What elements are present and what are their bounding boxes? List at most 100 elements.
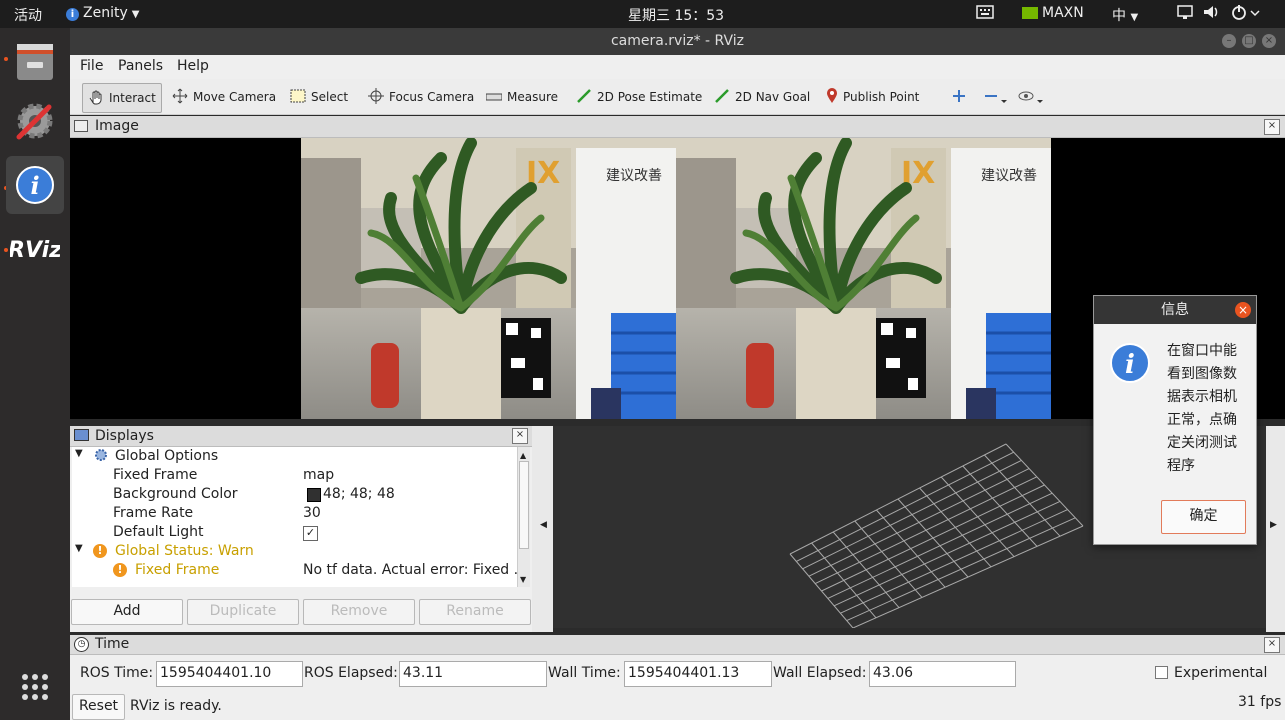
status-fixed-frame-label[interactable]: Fixed Frame [135, 562, 219, 581]
wall-time-field[interactable]: 1595404401.13 [624, 661, 772, 687]
time-panel-title: Time [95, 636, 130, 652]
experimental-label: Experimental [1174, 665, 1268, 681]
background-color-value[interactable]: 48; 48; 48 [323, 486, 395, 505]
info-dialog: 信息 × i 在窗口中能 看到图像数 据表示相机 正常，点确 定关闭测试 程序 … [1093, 295, 1257, 545]
displays-panel-title: Displays [95, 428, 154, 444]
svg-text:i: i [30, 171, 39, 200]
time-panel-header: ◷ Time × [70, 635, 1285, 655]
menu-help[interactable]: Help [177, 58, 209, 74]
experimental-checkbox[interactable] [1155, 666, 1168, 679]
keyboard-icon[interactable] [976, 4, 994, 24]
hand-cursor-icon [88, 89, 104, 108]
power-icon[interactable] [1230, 3, 1260, 25]
frame-rate-value[interactable]: 30 [303, 505, 321, 524]
wall-elapsed-field[interactable]: 43.06 [869, 661, 1016, 687]
maximize-button[interactable]: □ [1242, 34, 1256, 48]
remove-tool-button[interactable] [978, 83, 1012, 111]
global-status-label[interactable]: Global Status: Warn [115, 543, 254, 562]
show-applications-icon[interactable] [6, 658, 64, 716]
interact-label: Interact [109, 91, 156, 105]
eye-icon [1017, 88, 1043, 107]
dialog-titlebar[interactable]: 信息 × [1094, 296, 1256, 324]
measure-tool[interactable]: Measure [481, 83, 563, 111]
settings-icon[interactable] [6, 92, 64, 150]
scroll-up-icon[interactable]: ▲ [520, 451, 526, 460]
input-method-label: 中 [1112, 8, 1126, 24]
select-tool[interactable]: Select [285, 83, 353, 111]
collapse-right-icon[interactable]: ▶ [1270, 520, 1277, 530]
interact-tool[interactable]: Interact [82, 83, 162, 113]
remove-display-button[interactable]: Remove [303, 599, 415, 625]
power-mode-indicator[interactable]: MAXN [1022, 5, 1084, 21]
ros-time-label: ROS Time: [80, 665, 154, 681]
menu-panels[interactable]: Panels [118, 58, 163, 74]
network-icon[interactable] [1176, 3, 1194, 25]
close-displays-panel-button[interactable]: × [512, 428, 528, 444]
close-button[interactable]: × [1262, 34, 1276, 48]
grid-line [984, 454, 1061, 537]
green-arrow-icon [576, 88, 592, 107]
publish-point-tool[interactable]: Publish Point [821, 83, 924, 111]
pose-estimate-tool[interactable]: 2D Pose Estimate [571, 83, 707, 111]
displays-scrollbar[interactable]: ▲ ▼ [517, 447, 530, 587]
fps-readout: 31 fps [1238, 694, 1282, 710]
grid-line [840, 509, 1068, 614]
select-box-icon [290, 89, 306, 106]
image-panel-title: Image [95, 118, 139, 134]
status-message: RViz is ready. [130, 698, 222, 714]
dialog-close-button[interactable]: × [1235, 302, 1251, 318]
files-icon[interactable] [6, 33, 64, 91]
expand-arrow-icon[interactable]: ▼ [75, 448, 83, 467]
window-titlebar[interactable]: camera.rviz* - RViz – □ × [70, 28, 1285, 55]
warning-icon: ! [113, 563, 127, 577]
global-options-label[interactable]: Global Options [115, 448, 218, 467]
zenity-info-icon[interactable]: i [6, 156, 64, 214]
menu-file[interactable]: File [80, 58, 103, 74]
move-arrows-icon [172, 88, 188, 107]
app-menu[interactable]: i Zenity ▼ [66, 5, 139, 21]
activities-button[interactable]: 活动 [14, 5, 42, 25]
add-display-button[interactable]: Add [71, 599, 183, 625]
displays-tree[interactable]: ▼ Global Options Fixed Frame map Backgro… [72, 447, 517, 587]
info-icon: i [66, 8, 79, 21]
camera-image: IX 建议改善 [301, 138, 1051, 419]
duplicate-display-button[interactable]: Duplicate [187, 599, 299, 625]
default-light-checkbox[interactable]: ✓ [303, 526, 318, 541]
scroll-down-icon[interactable]: ▼ [520, 575, 526, 584]
clock[interactable]: 星期三 15：53 [628, 5, 724, 25]
chevron-down-icon: ▼ [1130, 12, 1139, 23]
ros-elapsed-field[interactable]: 43.11 [399, 661, 547, 687]
grid-line [833, 500, 1061, 607]
rename-display-button[interactable]: Rename [419, 599, 531, 625]
ros-time-field[interactable]: 1595404401.10 [156, 661, 303, 687]
scrollbar-thumb[interactable] [519, 461, 529, 549]
collapse-left-icon[interactable]: ◀ [540, 520, 547, 530]
reset-button[interactable]: Reset [72, 694, 125, 720]
rviz-icon[interactable]: RViz [6, 220, 64, 278]
close-image-panel-button[interactable]: × [1264, 119, 1280, 135]
displays-panel-header: Displays × [70, 426, 532, 447]
fixed-frame-label: Fixed Frame [113, 467, 198, 483]
close-time-panel-button[interactable]: × [1264, 637, 1280, 653]
expand-arrow-icon[interactable]: ▼ [75, 543, 83, 562]
add-tool-button[interactable] [946, 83, 972, 111]
grid-line [827, 492, 1053, 599]
color-swatch[interactable] [307, 488, 321, 502]
focus-camera-tool[interactable]: Focus Camera [363, 83, 479, 111]
nav-goal-tool[interactable]: 2D Nav Goal [709, 83, 815, 111]
grid-line [962, 465, 1038, 547]
right-splitter[interactable]: ▶ [1266, 426, 1285, 632]
view-tool-button[interactable] [1012, 83, 1048, 111]
wall-time-label: Wall Time: [548, 665, 621, 681]
volume-icon[interactable] [1202, 3, 1220, 25]
input-method[interactable]: 中 ▼ [1112, 5, 1138, 25]
info-icon: i [1109, 342, 1151, 388]
splitter[interactable]: ◀ [532, 426, 553, 632]
warning-icon: ! [93, 544, 107, 558]
dialog-message-line: 程序 [1167, 458, 1195, 474]
minimize-button[interactable]: – [1222, 34, 1236, 48]
image-panel-header: Image × [70, 116, 1285, 138]
ok-button[interactable]: 确定 [1161, 500, 1246, 534]
move-camera-tool[interactable]: Move Camera [167, 83, 281, 111]
fixed-frame-value[interactable]: map [303, 467, 334, 486]
